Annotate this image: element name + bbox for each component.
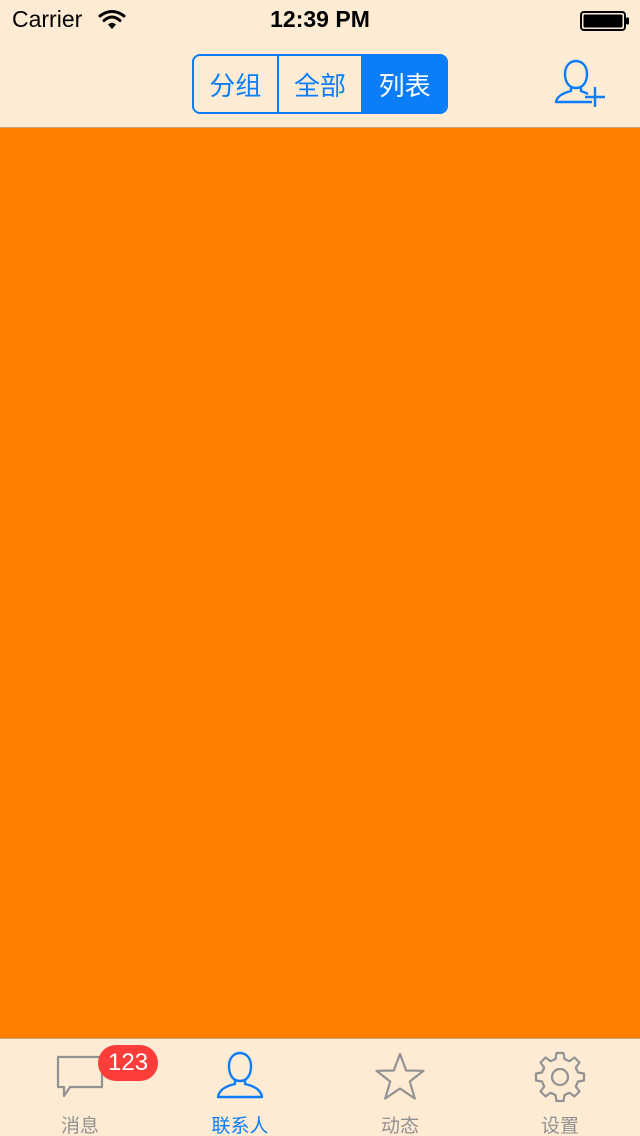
segment-all[interactable]: 全部 xyxy=(276,56,362,112)
segment-list[interactable]: 列表 xyxy=(361,56,446,112)
top-bar: Carrier 12:39 PM 分组 全部 列表 xyxy=(0,0,640,128)
tab-label: 消息 xyxy=(60,1115,99,1136)
view-mode-segmented-control: 分组 全部 列表 xyxy=(192,54,448,114)
tab-contacts[interactable]: 联系人 xyxy=(160,1039,320,1136)
person-icon xyxy=(216,1051,264,1099)
tab-settings[interactable]: 设置 xyxy=(480,1039,640,1136)
battery-full-icon xyxy=(580,11,629,31)
gear-icon xyxy=(534,1051,586,1103)
unread-badge: 123 xyxy=(98,1045,159,1081)
tab-label: 联系人 xyxy=(211,1115,269,1136)
status-bar: Carrier 12:39 PM xyxy=(0,0,640,40)
tab-bar: 消息 123 联系人 动态 设置 xyxy=(0,1038,640,1136)
add-contact-icon[interactable] xyxy=(552,58,608,110)
tab-label: 动态 xyxy=(380,1115,419,1136)
tab-moments[interactable]: 动态 xyxy=(320,1039,480,1136)
tab-messages[interactable]: 消息 123 xyxy=(0,1039,160,1136)
screen: Carrier 12:39 PM 分组 全部 列表 消息 123 联系人 动态 … xyxy=(0,0,640,1136)
segment-groups[interactable]: 分组 xyxy=(194,56,277,112)
tab-label: 设置 xyxy=(540,1115,579,1136)
clock: 12:39 PM xyxy=(270,6,370,32)
star-icon xyxy=(375,1052,425,1100)
